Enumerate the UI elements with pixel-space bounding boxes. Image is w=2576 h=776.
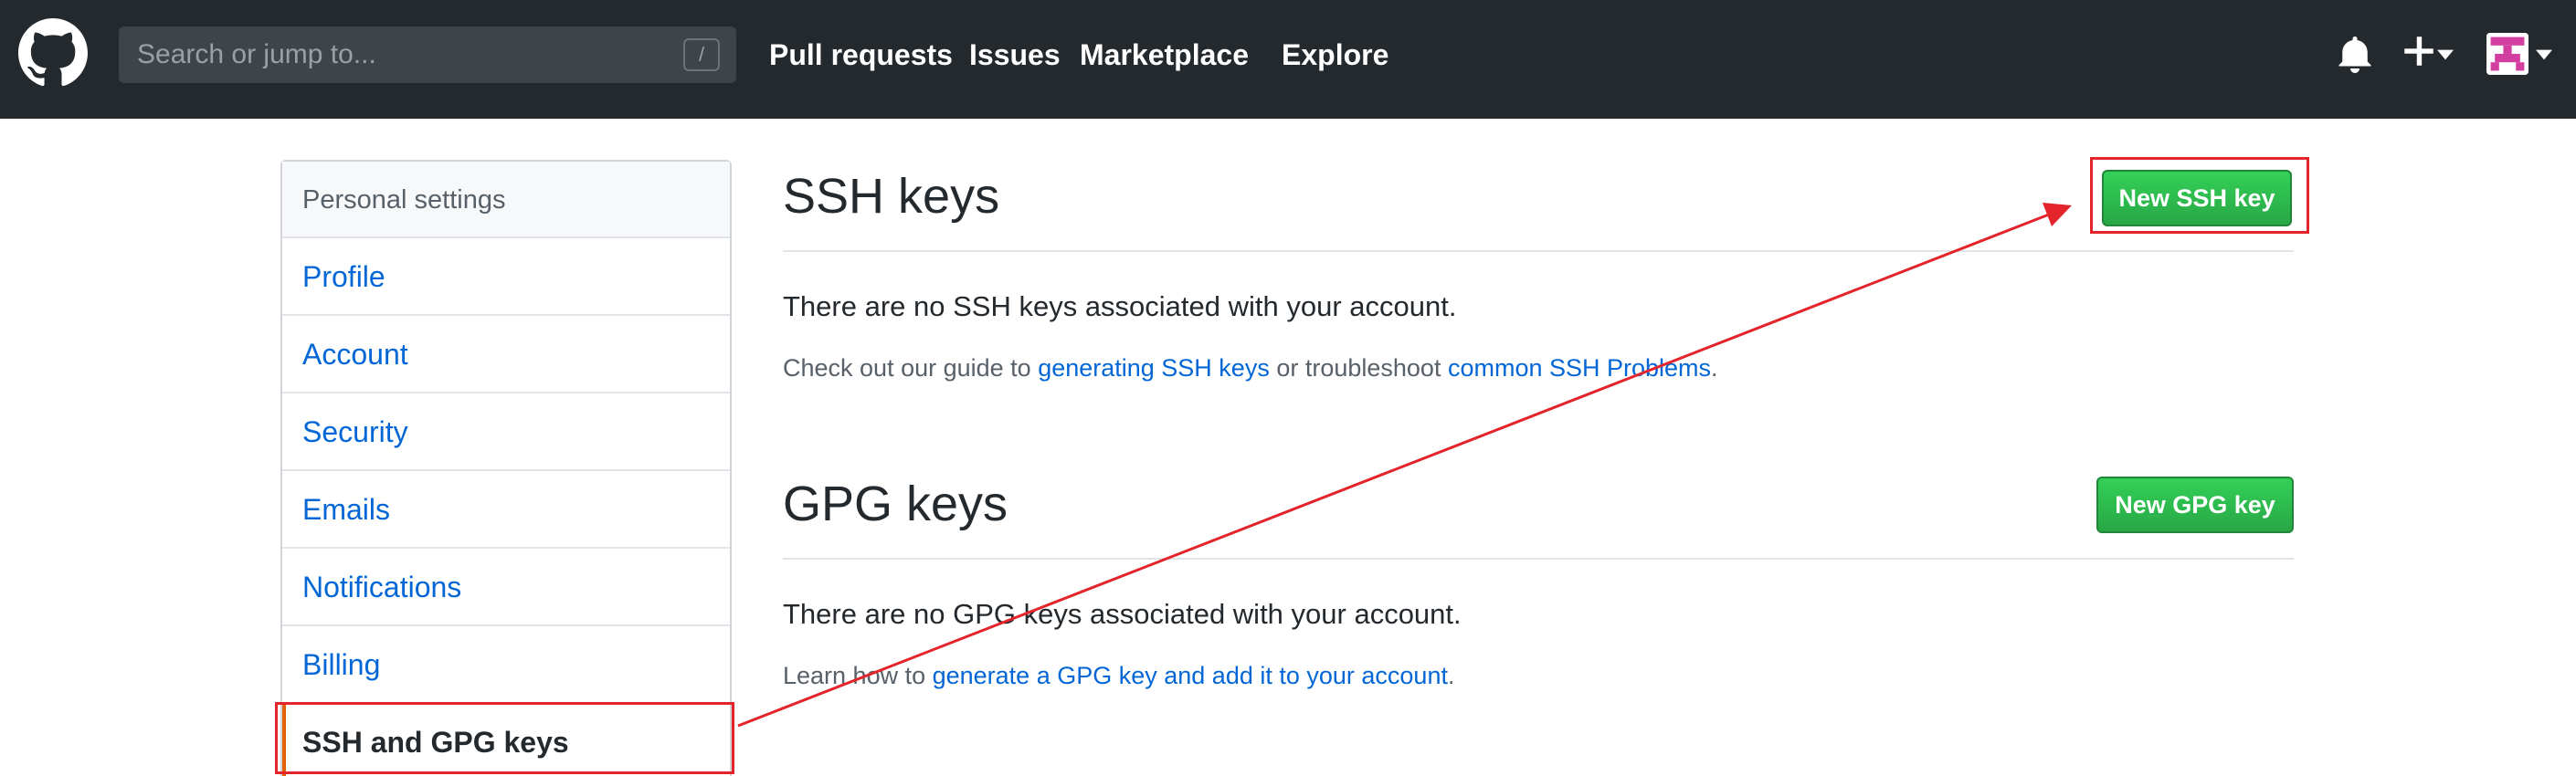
new-gpg-key-button[interactable]: New GPG key xyxy=(2096,477,2294,533)
gpg-help-suffix: . xyxy=(1447,662,1455,689)
bell-icon[interactable] xyxy=(2338,37,2371,73)
ssh-keys-title: SSH keys xyxy=(783,169,1000,224)
github-logo-icon[interactable] xyxy=(18,18,88,88)
annotation-highlight-ssh-gpg-keys xyxy=(275,702,734,774)
gpg-keys-title: GPG keys xyxy=(783,477,1008,531)
sidebar-item-billing[interactable]: Billing xyxy=(282,626,730,704)
nav-issues[interactable]: Issues xyxy=(969,0,1061,110)
search-shortcut-badge: / xyxy=(683,38,720,71)
nav-marketplace[interactable]: Marketplace xyxy=(1080,0,1249,110)
plus-icon[interactable] xyxy=(2402,33,2435,69)
sidebar-item-account[interactable]: Account xyxy=(282,316,730,393)
settings-sidebar: Personal settings Profile Account Securi… xyxy=(280,160,732,776)
avatar-chevron-down-icon[interactable] xyxy=(2536,49,2552,60)
ssh-empty-message: There are no SSH keys associated with yo… xyxy=(783,290,1457,322)
common-ssh-problems-link[interactable]: common SSH Problems xyxy=(1448,354,1711,382)
sidebar-item-profile[interactable]: Profile xyxy=(282,238,730,316)
ssh-help-text: Check out our guide to generating SSH ke… xyxy=(783,354,1718,383)
ssh-help-prefix: Check out our guide to xyxy=(783,354,1039,382)
nav-explore[interactable]: Explore xyxy=(1282,0,1388,110)
sidebar-heading: Personal settings xyxy=(282,162,730,238)
nav-pull-requests[interactable]: Pull requests xyxy=(769,0,953,110)
chevron-down-icon[interactable] xyxy=(2437,49,2454,60)
gpg-help-prefix: Learn how to xyxy=(783,662,933,689)
gpg-help-text: Learn how to generate a GPG key and add … xyxy=(783,662,1454,690)
top-header: Search or jump to... / Pull requests Iss… xyxy=(0,0,2576,119)
avatar[interactable] xyxy=(2486,33,2528,75)
ssh-divider xyxy=(783,250,2294,252)
ssh-help-suffix: . xyxy=(1711,354,1718,382)
search-input[interactable]: Search or jump to... / xyxy=(119,26,736,83)
generate-gpg-key-link[interactable]: generate a GPG key and add it to your ac… xyxy=(933,662,1448,689)
sidebar-item-emails[interactable]: Emails xyxy=(282,471,730,549)
identicon-icon xyxy=(2486,33,2528,75)
generating-ssh-keys-link[interactable]: generating SSH keys xyxy=(1038,354,1270,382)
sidebar-item-notifications[interactable]: Notifications xyxy=(282,549,730,626)
ssh-help-middle: or troubleshoot xyxy=(1269,354,1448,382)
annotation-highlight-new-ssh-key xyxy=(2090,157,2309,234)
sidebar-item-security[interactable]: Security xyxy=(282,393,730,471)
search-placeholder: Search or jump to... xyxy=(137,39,376,69)
gpg-empty-message: There are no GPG keys associated with yo… xyxy=(783,598,1462,630)
gpg-divider xyxy=(783,558,2294,560)
